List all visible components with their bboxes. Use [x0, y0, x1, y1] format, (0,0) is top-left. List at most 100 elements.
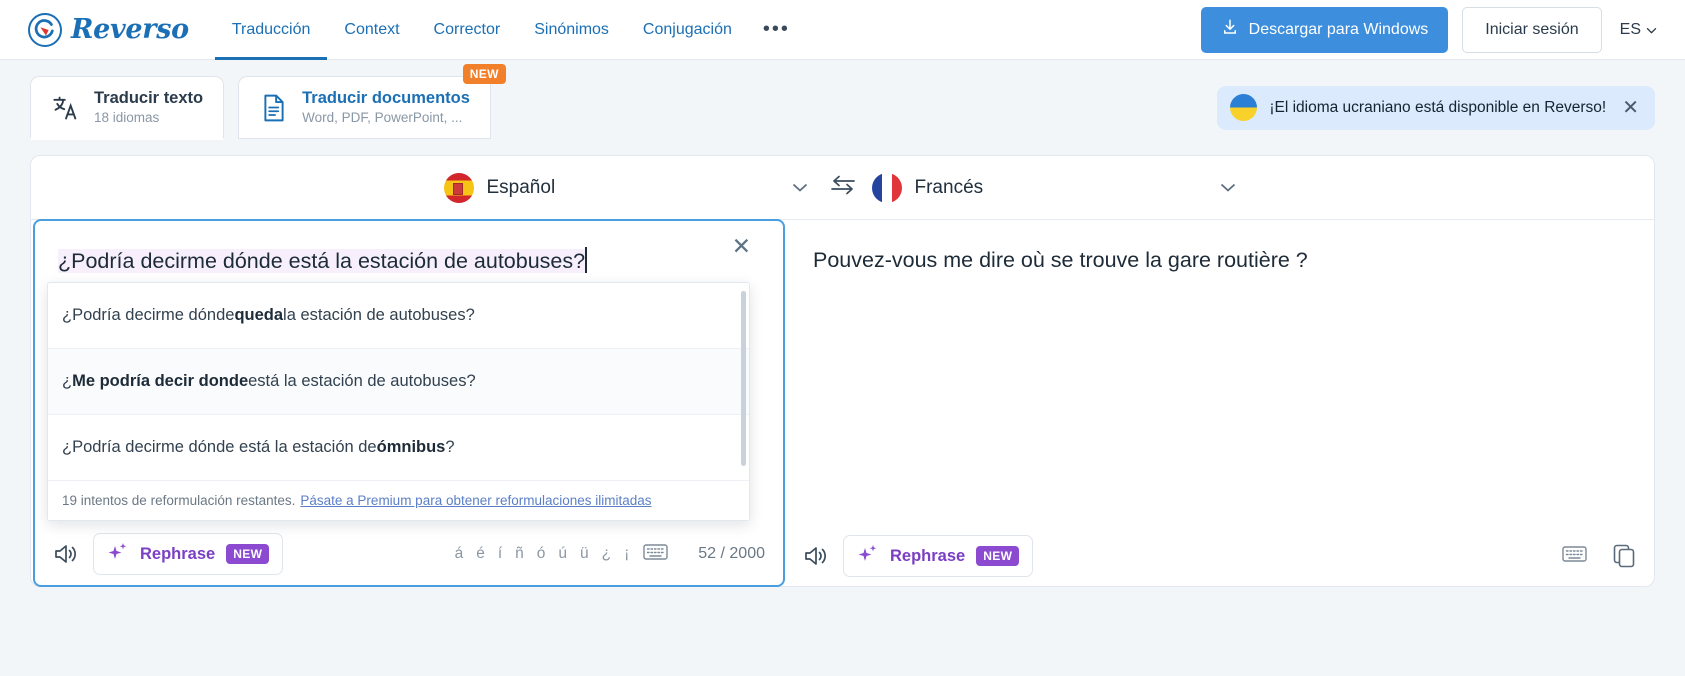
- login-button[interactable]: Iniciar sesión: [1462, 6, 1602, 53]
- top-header: Reverso Traducción Context Corrector Sin…: [0, 0, 1685, 60]
- target-language-selector[interactable]: Francés: [871, 172, 1242, 203]
- source-chevron-down-icon[interactable]: [792, 179, 814, 196]
- keyboard-icon[interactable]: [1562, 545, 1587, 568]
- sparkle-icon: [857, 543, 879, 570]
- target-rephrase-badge: NEW: [976, 546, 1020, 566]
- character-counter: 52 / 2000: [698, 545, 765, 562]
- spain-flag-icon: [443, 172, 474, 203]
- rephrase-suggestions-dropdown: ¿Podría decirme dónde queda la estación …: [47, 282, 750, 521]
- nav-item-traduccion[interactable]: Traducción: [215, 0, 328, 60]
- suggestion-pre: ¿Podría decirme dónde está la estación d…: [62, 438, 377, 456]
- accent-char[interactable]: ¿: [602, 545, 611, 563]
- accent-char[interactable]: ú: [558, 545, 567, 563]
- tab-traducir-documentos-texts: Traducir documentos Word, PDF, PowerPoin…: [302, 89, 470, 125]
- tab-traducir-texto-texts: Traducir texto 18 idiomas: [94, 89, 203, 125]
- source-text[interactable]: ¿Podría decirme dónde está la estación d…: [58, 235, 751, 276]
- tab-traducir-documentos[interactable]: Traducir documentos Word, PDF, PowerPoin…: [238, 64, 506, 139]
- header-actions: Descargar para Windows Iniciar sesión ES: [1200, 6, 1657, 53]
- banner-text: ¡El idioma ucraniano está disponible en …: [1269, 98, 1607, 116]
- text-caret: [585, 247, 587, 273]
- nav-item-corrector[interactable]: Corrector: [417, 0, 518, 60]
- suggestion-item[interactable]: ¿Podría decirme dónde queda la estación …: [48, 283, 749, 349]
- logo[interactable]: Reverso: [28, 12, 189, 47]
- tab-traducir-texto-subtitle: 18 idiomas: [94, 110, 160, 126]
- france-flag-icon: [871, 172, 902, 203]
- source-language-selector[interactable]: Español: [443, 172, 814, 203]
- ukrainian-banner: ¡El idioma ucraniano está disponible en …: [1217, 85, 1655, 130]
- mode-tabs-bar: Traducir texto 18 idiomas Traducir docum…: [0, 60, 1685, 155]
- tab-new-badge: NEW: [462, 64, 506, 84]
- ui-language-switch[interactable]: ES: [1616, 21, 1657, 39]
- translator-card: Español Francés ¿Podría decirme dónde es…: [30, 155, 1655, 587]
- download-icon: [1221, 18, 1239, 41]
- language-bar: Español Francés: [31, 156, 1654, 220]
- source-rephrase-button[interactable]: Rephrase NEW: [93, 533, 284, 575]
- accent-char[interactable]: ó: [537, 545, 546, 563]
- chevron-down-icon: [1646, 21, 1657, 39]
- suggestion-post: está la estación de autobuses?: [248, 372, 476, 390]
- accent-characters: á é í ñ ó ú ü ¿ ¡: [455, 545, 630, 563]
- keyboard-icon[interactable]: [643, 543, 668, 566]
- accent-char[interactable]: á: [455, 545, 464, 563]
- target-rephrase-button[interactable]: Rephrase NEW: [843, 535, 1034, 577]
- sparkle-icon: [107, 541, 129, 568]
- source-pane[interactable]: ¿Podría decirme dónde está la estación d…: [33, 219, 785, 587]
- reverso-logo-icon: [28, 12, 62, 47]
- target-chevron-down-icon[interactable]: [1220, 179, 1242, 196]
- copy-icon[interactable]: [1613, 544, 1636, 568]
- ukraine-flag-icon: [1230, 94, 1258, 121]
- swap-languages-button[interactable]: [814, 175, 872, 200]
- translate-icon: [51, 93, 81, 123]
- premium-upgrade-link[interactable]: Pásate a Premium para obtener reformulac…: [300, 493, 651, 508]
- nav-more-icon[interactable]: •••: [749, 18, 804, 41]
- suggestion-item[interactable]: ¿Podría decirme dónde está la estación d…: [48, 415, 749, 481]
- target-toolbar: Rephrase NEW: [785, 525, 1654, 587]
- mode-tabs: Traducir texto 18 idiomas Traducir docum…: [30, 64, 506, 139]
- accent-char[interactable]: ü: [580, 545, 589, 563]
- suggestion-bold: queda: [234, 306, 284, 324]
- target-rephrase-label: Rephrase: [890, 546, 966, 565]
- ui-language-label: ES: [1619, 20, 1641, 38]
- tab-traducir-documentos-subtitle: Word, PDF, PowerPoint, ...: [302, 110, 463, 126]
- tab-traducir-texto-title: Traducir texto: [94, 89, 204, 108]
- source-rephrase-badge: NEW: [226, 544, 270, 564]
- close-icon[interactable]: ✕: [1618, 98, 1639, 118]
- nav-item-sinonimos[interactable]: Sinónimos: [517, 0, 626, 60]
- suggestion-pre: ¿: [62, 372, 73, 390]
- target-pane: Pouvez-vous me dire où se trouve la gare…: [785, 220, 1654, 587]
- main-nav: Traducción Context Corrector Sinónimos C…: [215, 0, 804, 60]
- download-button-label: Descargar para Windows: [1248, 20, 1429, 38]
- suggestion-post: ?: [445, 438, 455, 456]
- target-text: Pouvez-vous me dire où se trouve la gare…: [813, 248, 1308, 272]
- accent-char[interactable]: ¡: [624, 545, 629, 563]
- source-text-value: ¿Podría decirme dónde está la estación d…: [58, 249, 586, 273]
- source-toolbar: Rephrase NEW á é í ñ ó ú ü ¿ ¡ 52 / 2000: [35, 523, 783, 585]
- suggestion-pre: ¿Podría decirme dónde: [62, 306, 235, 324]
- translation-panes: ¿Podría decirme dónde está la estación d…: [31, 219, 1654, 587]
- logo-text: Reverso: [71, 14, 189, 45]
- accent-char[interactable]: é: [476, 545, 485, 563]
- tab-traducir-documentos-title: Traducir documentos: [302, 89, 470, 108]
- accent-char[interactable]: ñ: [515, 545, 524, 563]
- suggestions-footer: 19 intentos de reformulación restantes. …: [48, 481, 749, 520]
- suggestion-item[interactable]: ¿ Me podría decir donde está la estación …: [48, 349, 749, 415]
- target-right-tools: [1562, 544, 1636, 568]
- suggestion-post: la estación de autobuses?: [283, 306, 475, 324]
- target-language-label: Francés: [914, 176, 984, 198]
- tab-traducir-texto[interactable]: Traducir texto 18 idiomas: [30, 76, 225, 139]
- download-button[interactable]: Descargar para Windows: [1200, 6, 1449, 53]
- nav-item-conjugacion[interactable]: Conjugación: [626, 0, 749, 60]
- source-language-label: Español: [486, 176, 556, 198]
- swap-languages-icon: [830, 175, 856, 200]
- remaining-attempts-text: 19 intentos de reformulación restantes.: [62, 493, 296, 508]
- document-icon: [259, 93, 289, 123]
- speaker-icon[interactable]: [803, 544, 829, 568]
- clear-source-icon[interactable]: ✕: [732, 235, 751, 258]
- suggestions-scrollbar[interactable]: [741, 291, 746, 466]
- suggestion-bold: Me podría decir donde: [72, 372, 249, 390]
- suggestion-bold: ómnibus: [376, 438, 446, 456]
- source-rephrase-label: Rephrase: [140, 544, 216, 563]
- nav-item-context[interactable]: Context: [327, 0, 416, 60]
- accent-char[interactable]: í: [498, 545, 502, 563]
- speaker-icon[interactable]: [53, 542, 79, 566]
